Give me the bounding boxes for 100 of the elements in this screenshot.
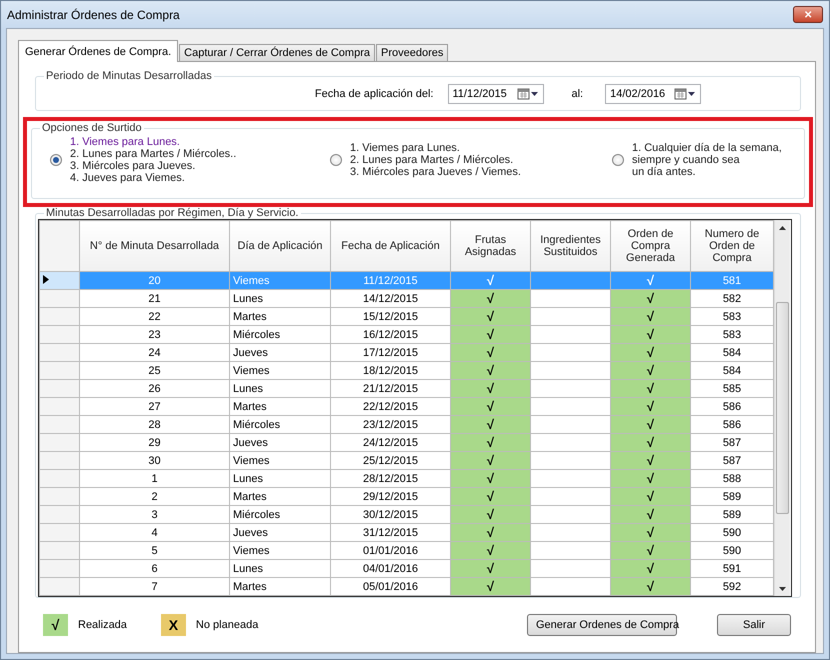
generate-button[interactable]: Generar Ordenes de Compra <box>527 614 677 636</box>
status-cell: √ <box>610 470 690 488</box>
date-picker[interactable]: 14/02/2016 <box>605 84 702 104</box>
radio-button[interactable] <box>330 154 342 166</box>
scroll-down-icon[interactable] <box>779 586 786 590</box>
status-cell: √ <box>450 470 530 488</box>
table-cell: Jueves <box>230 524 330 542</box>
table-cell: Lunes <box>230 290 330 308</box>
status-cell: √ <box>450 560 530 578</box>
table-cell: Miércoles <box>230 326 330 344</box>
status-cell: √ <box>610 398 690 416</box>
table-cell: 22 <box>80 308 230 326</box>
scroll-up-icon[interactable] <box>779 226 786 230</box>
status-cell: √ <box>610 308 690 326</box>
table-cell: 582 <box>690 290 774 308</box>
column-header[interactable]: Orden de Compra Generada <box>610 220 690 272</box>
status-cell: √ <box>610 362 690 380</box>
status-cell: √ <box>450 344 530 362</box>
table-cell: Martes <box>230 578 330 596</box>
option-label: 1. Cualquier día de la semana, siempre y cuando sea un día antes. <box>632 142 782 178</box>
status-cell: √ <box>450 434 530 452</box>
calendar-dropdown-icon[interactable] <box>516 88 538 100</box>
window-title: Administrar Órdenes de Compra <box>7 8 180 22</box>
table-cell: 30 <box>80 452 230 470</box>
table-cell: 05/01/2016 <box>330 578 450 596</box>
column-header[interactable]: N° de Minuta Desarrollada <box>80 220 230 272</box>
column-header[interactable]: Día de Aplicación <box>230 220 330 272</box>
table-cell: 2 <box>80 488 230 506</box>
table-cell: 29 <box>80 434 230 452</box>
table-cell: 589 <box>690 506 774 524</box>
table-cell: 22/12/2015 <box>330 398 450 416</box>
table-cell: 24/12/2015 <box>330 434 450 452</box>
tab[interactable]: Capturar / Cerrar Órdenes de Compra <box>179 44 375 61</box>
table-cell: 11/12/2015 <box>330 272 450 290</box>
table-cell: 6 <box>80 560 230 578</box>
table-cell: 20 <box>80 272 230 290</box>
column-header[interactable]: Ingredientes Sustituidos <box>530 220 610 272</box>
table-cell: Miércoles <box>230 506 330 524</box>
radio-button[interactable] <box>612 154 624 166</box>
date-picker[interactable]: 11/12/2015 <box>448 84 544 104</box>
group-title: Periodo de Minutas Desarrolladas <box>45 70 213 82</box>
table-cell: Viemes <box>230 542 330 560</box>
legend-label: No planeada <box>196 619 258 631</box>
table-cell: 586 <box>690 398 774 416</box>
table-cell: Lunes <box>230 470 330 488</box>
table-cell: 21 <box>80 290 230 308</box>
table-cell: Viemes <box>230 362 330 380</box>
table-cell: 587 <box>690 452 774 470</box>
status-cell: √ <box>610 542 690 560</box>
radio-button[interactable] <box>50 154 62 166</box>
table-cell: 583 <box>690 308 774 326</box>
table-cell: 584 <box>690 344 774 362</box>
table-cell: Lunes <box>230 560 330 578</box>
status-cell: √ <box>610 272 690 290</box>
column-header[interactable]: Fecha de Aplicación <box>330 220 450 272</box>
status-cell: √ <box>610 488 690 506</box>
table-cell: 591 <box>690 560 774 578</box>
table-cell: 18/12/2015 <box>330 362 450 380</box>
status-cell: √ <box>450 308 530 326</box>
date-label: Fecha de aplicación del: <box>314 88 434 100</box>
scrollbar[interactable] <box>774 220 790 596</box>
table-cell: 26 <box>80 380 230 398</box>
table-cell: 04/01/2016 <box>330 560 450 578</box>
status-cell: √ <box>610 578 690 596</box>
status-cell: √ <box>450 542 530 560</box>
table-cell: 24 <box>80 344 230 362</box>
column-header[interactable]: Numero de Orden de Compra <box>690 220 774 272</box>
legend-swatch: X <box>160 614 186 636</box>
status-cell: √ <box>450 452 530 470</box>
status-cell: √ <box>610 506 690 524</box>
status-cell: √ <box>610 416 690 434</box>
group-title: Minutas Desarrolladas por Régimen, Día y Servicio. <box>44 207 300 219</box>
table-cell: 7 <box>80 578 230 596</box>
table-cell: 592 <box>690 578 774 596</box>
status-cell: √ <box>450 578 530 596</box>
table-cell: 589 <box>690 488 774 506</box>
status-cell: √ <box>450 362 530 380</box>
status-cell: √ <box>450 326 530 344</box>
table-cell: Martes <box>230 308 330 326</box>
status-cell: √ <box>450 380 530 398</box>
table-cell: 28 <box>80 416 230 434</box>
table-cell: Jueves <box>230 434 330 452</box>
table-cell: 31/12/2015 <box>330 524 450 542</box>
tab[interactable]: Generar Órdenes de Compra. <box>18 40 178 62</box>
exit-button[interactable]: Salir <box>717 614 791 636</box>
table-cell: 14/12/2015 <box>330 290 450 308</box>
calendar-dropdown-icon[interactable] <box>674 88 696 100</box>
date-label: al: <box>572 88 584 100</box>
table-cell: 590 <box>690 542 774 560</box>
status-cell: √ <box>450 506 530 524</box>
table-cell: Lunes <box>230 380 330 398</box>
column-header[interactable]: Frutas Asignadas <box>450 220 530 272</box>
table-cell: Viemes <box>230 272 330 290</box>
table-cell: 23/12/2015 <box>330 416 450 434</box>
tab[interactable]: Proveedores <box>376 44 448 61</box>
status-cell: √ <box>450 290 530 308</box>
table-cell: 17/12/2015 <box>330 344 450 362</box>
table-cell: 15/12/2015 <box>330 308 450 326</box>
status-cell: √ <box>610 290 690 308</box>
table-cell: 01/01/2016 <box>330 542 450 560</box>
